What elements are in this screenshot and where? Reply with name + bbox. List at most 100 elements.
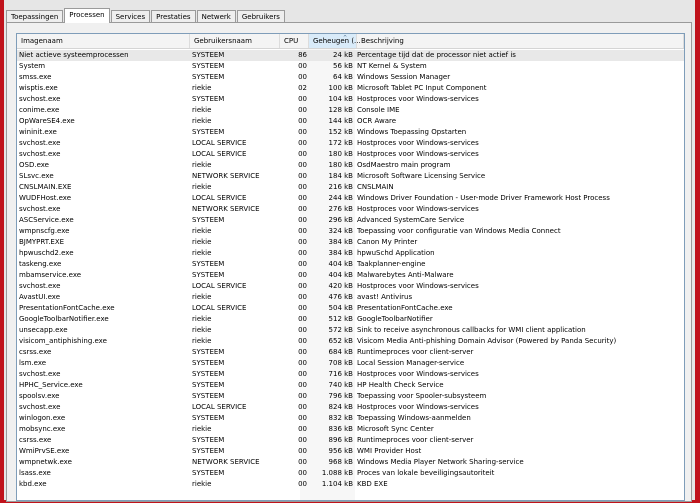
column-header-geheugen-label: Geheugen (...: [313, 37, 361, 45]
process-memory: 216 kB: [328, 183, 353, 191]
table-row[interactable]: wmpnscfg.exe riekie 00 324 kB Toepassing voo…: [17, 226, 684, 237]
table-row[interactable]: lsm.exe SYSTEEM 00 708 kB Local Session Mana…: [17, 358, 684, 369]
table-row[interactable]: unsecapp.exe riekie 00 572 kB Sink to receiv…: [17, 325, 684, 336]
table-row[interactable]: Niet actieve systeemprocessen SYSTEEM 86 24…: [17, 50, 684, 61]
table-row[interactable]: csrss.exe SYSTEEM 00 684 kB Runtimeproces vo…: [17, 347, 684, 358]
column-header-geheugen[interactable]: ^ Geheugen (...: [309, 34, 361, 48]
process-name: svchost.exe: [19, 282, 61, 290]
table-row[interactable]: HPHC_Service.exe SYSTEEM 00 740 kB HP Health…: [17, 380, 684, 391]
table-row[interactable]: mobsync.exe riekie 00 836 kB Microsoft Sync …: [17, 424, 684, 435]
table-row[interactable]: svchost.exe LOCAL SERVICE 00 420 kB Hostproc…: [17, 281, 684, 292]
table-row[interactable]: visicom_antiphishing.exe riekie 00 652 kB Vi…: [17, 336, 684, 347]
process-name: CNSLMAIN.EXE: [19, 183, 72, 191]
process-user: LOCAL SERVICE: [192, 282, 247, 290]
process-user: SYSTEEM: [192, 216, 225, 224]
process-memory: 796 kB: [328, 392, 353, 400]
process-memory: 512 kB: [328, 315, 353, 323]
table-row[interactable]: ASCService.exe SYSTEEM 00 296 kB Advanced Sy…: [17, 215, 684, 226]
process-description: Runtimeproces voor client-server: [357, 348, 474, 356]
process-name: csrss.exe: [19, 436, 52, 444]
table-row[interactable]: WUDFHost.exe LOCAL SERVICE 00 244 kB Windows…: [17, 193, 684, 204]
process-memory: 956 kB: [328, 447, 353, 455]
table-row[interactable]: OpWareSE4.exe riekie 00 144 kB OCR Aware: [17, 116, 684, 127]
process-user: SYSTEEM: [192, 73, 225, 81]
process-memory: 404 kB: [328, 271, 353, 279]
process-memory: 296 kB: [328, 216, 353, 224]
process-memory: 64 kB: [333, 73, 353, 81]
table-row[interactable]: svchost.exe SYSTEEM 00 716 kB Hostproces voo…: [17, 369, 684, 380]
table-row[interactable]: wisptis.exe riekie 02 100 kB Microsoft Table…: [17, 83, 684, 94]
process-name: wininit.exe: [19, 128, 57, 136]
table-row[interactable]: svchost.exe LOCAL SERVICE 00 180 kB Hostproc…: [17, 149, 684, 160]
table-row[interactable]: CNSLMAIN.EXE riekie 00 216 kB CNSLMAIN: [17, 182, 684, 193]
process-memory: 968 kB: [328, 458, 353, 466]
table-row[interactable]: lsass.exe SYSTEEM 00 1.088 kB Proces van lok…: [17, 468, 684, 479]
process-memory: 384 kB: [328, 238, 353, 246]
process-memory: 184 kB: [328, 172, 353, 180]
process-memory: 152 kB: [328, 128, 353, 136]
column-header-gebruikersnaam[interactable]: Gebruikersnaam: [190, 34, 280, 48]
process-user: LOCAL SERVICE: [192, 194, 247, 202]
table-row[interactable]: svchost.exe SYSTEEM 00 104 kB Hostproces voo…: [17, 94, 684, 105]
table-row[interactable]: svchost.exe LOCAL SERVICE 00 824 kB Hostproc…: [17, 402, 684, 413]
table-row[interactable]: kbd.exe riekie 00 1.104 kB KBD EXE: [17, 479, 684, 490]
table-row[interactable]: OSD.exe riekie 00 180 kB OsdMaestro main pro…: [17, 160, 684, 171]
process-name: AvastUI.exe: [19, 293, 61, 301]
process-name: GoogleToolbarNotifier.exe: [19, 315, 109, 323]
table-row[interactable]: GoogleToolbarNotifier.exe riekie 00 512 kB G…: [17, 314, 684, 325]
table-row[interactable]: PresentationFontCache.exe LOCAL SERVICE 00…: [17, 303, 684, 314]
table-row[interactable]: spoolsv.exe SYSTEEM 00 796 kB Toepassing voo…: [17, 391, 684, 402]
table-row[interactable]: svchost.exe LOCAL SERVICE 00 172 kB Hostproc…: [17, 138, 684, 149]
process-memory: 1.088 kB: [321, 469, 353, 477]
process-description: Hostproces voor Windows-services: [357, 370, 479, 378]
process-description: Toepassing voor configuratie van Windows…: [357, 227, 561, 235]
table-row[interactable]: AvastUI.exe riekie 00 476 kB avast! Antiviru…: [17, 292, 684, 303]
table-row[interactable]: WmiPrvSE.exe SYSTEEM 00 956 kB WMI Provider …: [17, 446, 684, 457]
process-description: KBD EXE: [357, 480, 388, 488]
process-name: svchost.exe: [19, 150, 61, 158]
tab-processen[interactable]: Processen: [64, 8, 110, 23]
process-memory: 100 kB: [328, 84, 353, 92]
table-row[interactable]: BJMYPRT.EXE riekie 00 384 kB Canon My Printe…: [17, 237, 684, 248]
process-name: conime.exe: [19, 106, 60, 114]
table-row[interactable]: wmpnetwk.exe NETWORK SERVICE 00 968 kB Windo…: [17, 457, 684, 468]
process-name: ASCService.exe: [19, 216, 74, 224]
process-user: riekie: [192, 238, 212, 246]
process-memory: 476 kB: [328, 293, 353, 301]
column-header-cpu[interactable]: CPU: [280, 34, 309, 48]
process-name: WUDFHost.exe: [19, 194, 72, 202]
process-memory: 1.104 kB: [321, 480, 353, 488]
window-frame-left: [0, 0, 4, 503]
process-user: riekie: [192, 326, 212, 334]
column-header-beschrijving[interactable]: Beschrijving: [357, 34, 684, 48]
process-description: Hostproces voor Windows-services: [357, 95, 479, 103]
table-row[interactable]: System SYSTEEM 00 56 kB NT Kernel & System: [17, 61, 684, 72]
process-list[interactable]: Imagenaam Gebruikersnaam CPU ^ Geheugen …: [16, 33, 685, 501]
process-description: Advanced SystemCare Service: [357, 216, 465, 224]
table-row[interactable]: smss.exe SYSTEEM 00 64 kB Windows Session Ma…: [17, 72, 684, 83]
table-row[interactable]: SLsvc.exe NETWORK SERVICE 00 184 kB Microsof…: [17, 171, 684, 182]
table-row[interactable]: winlogon.exe SYSTEEM 00 832 kB Toepassing Wi…: [17, 413, 684, 424]
table-row[interactable]: hpwuschd2.exe riekie 00 384 kB hpwuSchd Appl…: [17, 248, 684, 259]
process-name: visicom_antiphishing.exe: [19, 337, 107, 345]
column-header-imagenaam[interactable]: Imagenaam: [17, 34, 190, 48]
process-user: LOCAL SERVICE: [192, 150, 247, 158]
process-user: riekie: [192, 161, 212, 169]
process-memory: 572 kB: [328, 326, 353, 334]
table-row[interactable]: conime.exe riekie 00 128 kB Console IME: [17, 105, 684, 116]
process-description: OsdMaestro main program: [357, 161, 451, 169]
process-name: PresentationFontCache.exe: [19, 304, 115, 312]
process-user: SYSTEEM: [192, 436, 225, 444]
table-row[interactable]: wininit.exe SYSTEEM 00 152 kB Windows Toepas…: [17, 127, 684, 138]
process-name: svchost.exe: [19, 95, 61, 103]
process-memory: 420 kB: [328, 282, 353, 290]
process-description: avast! Antivirus: [357, 293, 413, 301]
table-row[interactable]: taskeng.exe SYSTEEM 00 404 kB Taakplanner-en…: [17, 259, 684, 270]
table-row[interactable]: mbamservice.exe SYSTEEM 00 404 kB Malwarebyt…: [17, 270, 684, 281]
table-row[interactable]: csrss.exe SYSTEEM 00 896 kB Runtimeproces vo…: [17, 435, 684, 446]
process-description: HP Health Check Service: [357, 381, 444, 389]
process-description: WMI Provider Host: [357, 447, 422, 455]
process-description: Windows Session Manager: [357, 73, 451, 81]
process-memory: 244 kB: [328, 194, 353, 202]
table-row[interactable]: svchost.exe NETWORK SERVICE 00 276 kB Hostpr…: [17, 204, 684, 215]
